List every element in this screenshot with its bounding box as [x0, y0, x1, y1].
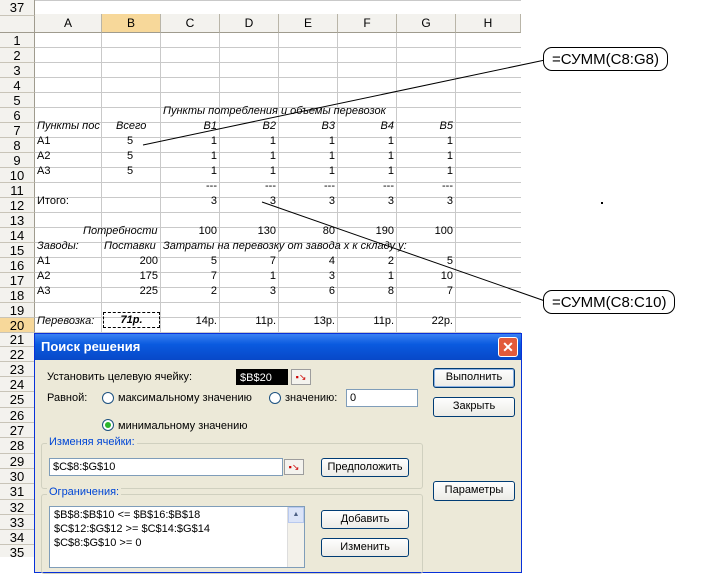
exact-value-radio[interactable] [269, 392, 281, 404]
constraint-item[interactable]: $C$8:$G$10 >= 0 [54, 537, 141, 549]
dialog-title: Поиск решения [41, 339, 141, 354]
min-value-radio[interactable] [102, 419, 114, 431]
exact-value-input[interactable]: 0 [346, 389, 418, 407]
scroll-up-icon[interactable]: ▲ [288, 507, 304, 523]
callout-line-bottom [261, 201, 546, 302]
collapse-dialog-icon[interactable]: ▪↘ [291, 369, 311, 385]
guess-button[interactable]: Предположить [321, 458, 409, 477]
changing-cells-input[interactable]: $C$8:$G$10 [49, 458, 283, 476]
options-button[interactable]: Параметры [433, 481, 515, 501]
solve-button[interactable]: Выполнить [433, 368, 515, 388]
changing-cells-title: Изменяя ячейки: [47, 436, 137, 448]
dialog-title-bar[interactable]: Поиск решения ✕ [35, 334, 521, 360]
collapse-dialog-icon[interactable]: ▪↘ [284, 459, 304, 475]
max-value-label[interactable]: максимальному значению [118, 392, 252, 404]
close-button[interactable]: Закрыть [433, 397, 515, 417]
exact-value-label[interactable]: значению: [285, 392, 337, 404]
formula-callout-row-sum: =СУММ(C8:G8) [543, 47, 668, 71]
target-cell-label: Установить целевую ячейку: [47, 371, 193, 383]
constraints-title: Ограничения: [47, 486, 122, 498]
callout-line-top [142, 59, 546, 146]
constraints-list[interactable]: $B$8:$B$10 <= $B$16:$B$18 $C$12:$G$12 >=… [49, 506, 305, 568]
equal-to-label: Равной: [47, 392, 88, 404]
constraints-scrollbar[interactable]: ▲ [287, 507, 304, 567]
change-constraint-button[interactable]: Изменить [321, 538, 409, 557]
stray-dot [601, 202, 603, 204]
constraint-item[interactable]: $B$8:$B$10 <= $B$16:$B$18 [54, 509, 200, 521]
solver-dialog[interactable]: Поиск решения ✕ Установить целевую ячейк… [34, 333, 522, 574]
constraint-item[interactable]: $C$12:$G$12 >= $C$14:$G$14 [54, 523, 210, 535]
close-icon[interactable]: ✕ [498, 337, 518, 357]
add-constraint-button[interactable]: Добавить [321, 510, 409, 529]
target-cell-input[interactable]: $B$20 [236, 369, 288, 385]
formula-callout-column-sum: =СУММ(C8:C10) [543, 290, 676, 314]
max-value-radio[interactable] [102, 392, 114, 404]
min-value-label[interactable]: минимальному значению [118, 420, 248, 432]
